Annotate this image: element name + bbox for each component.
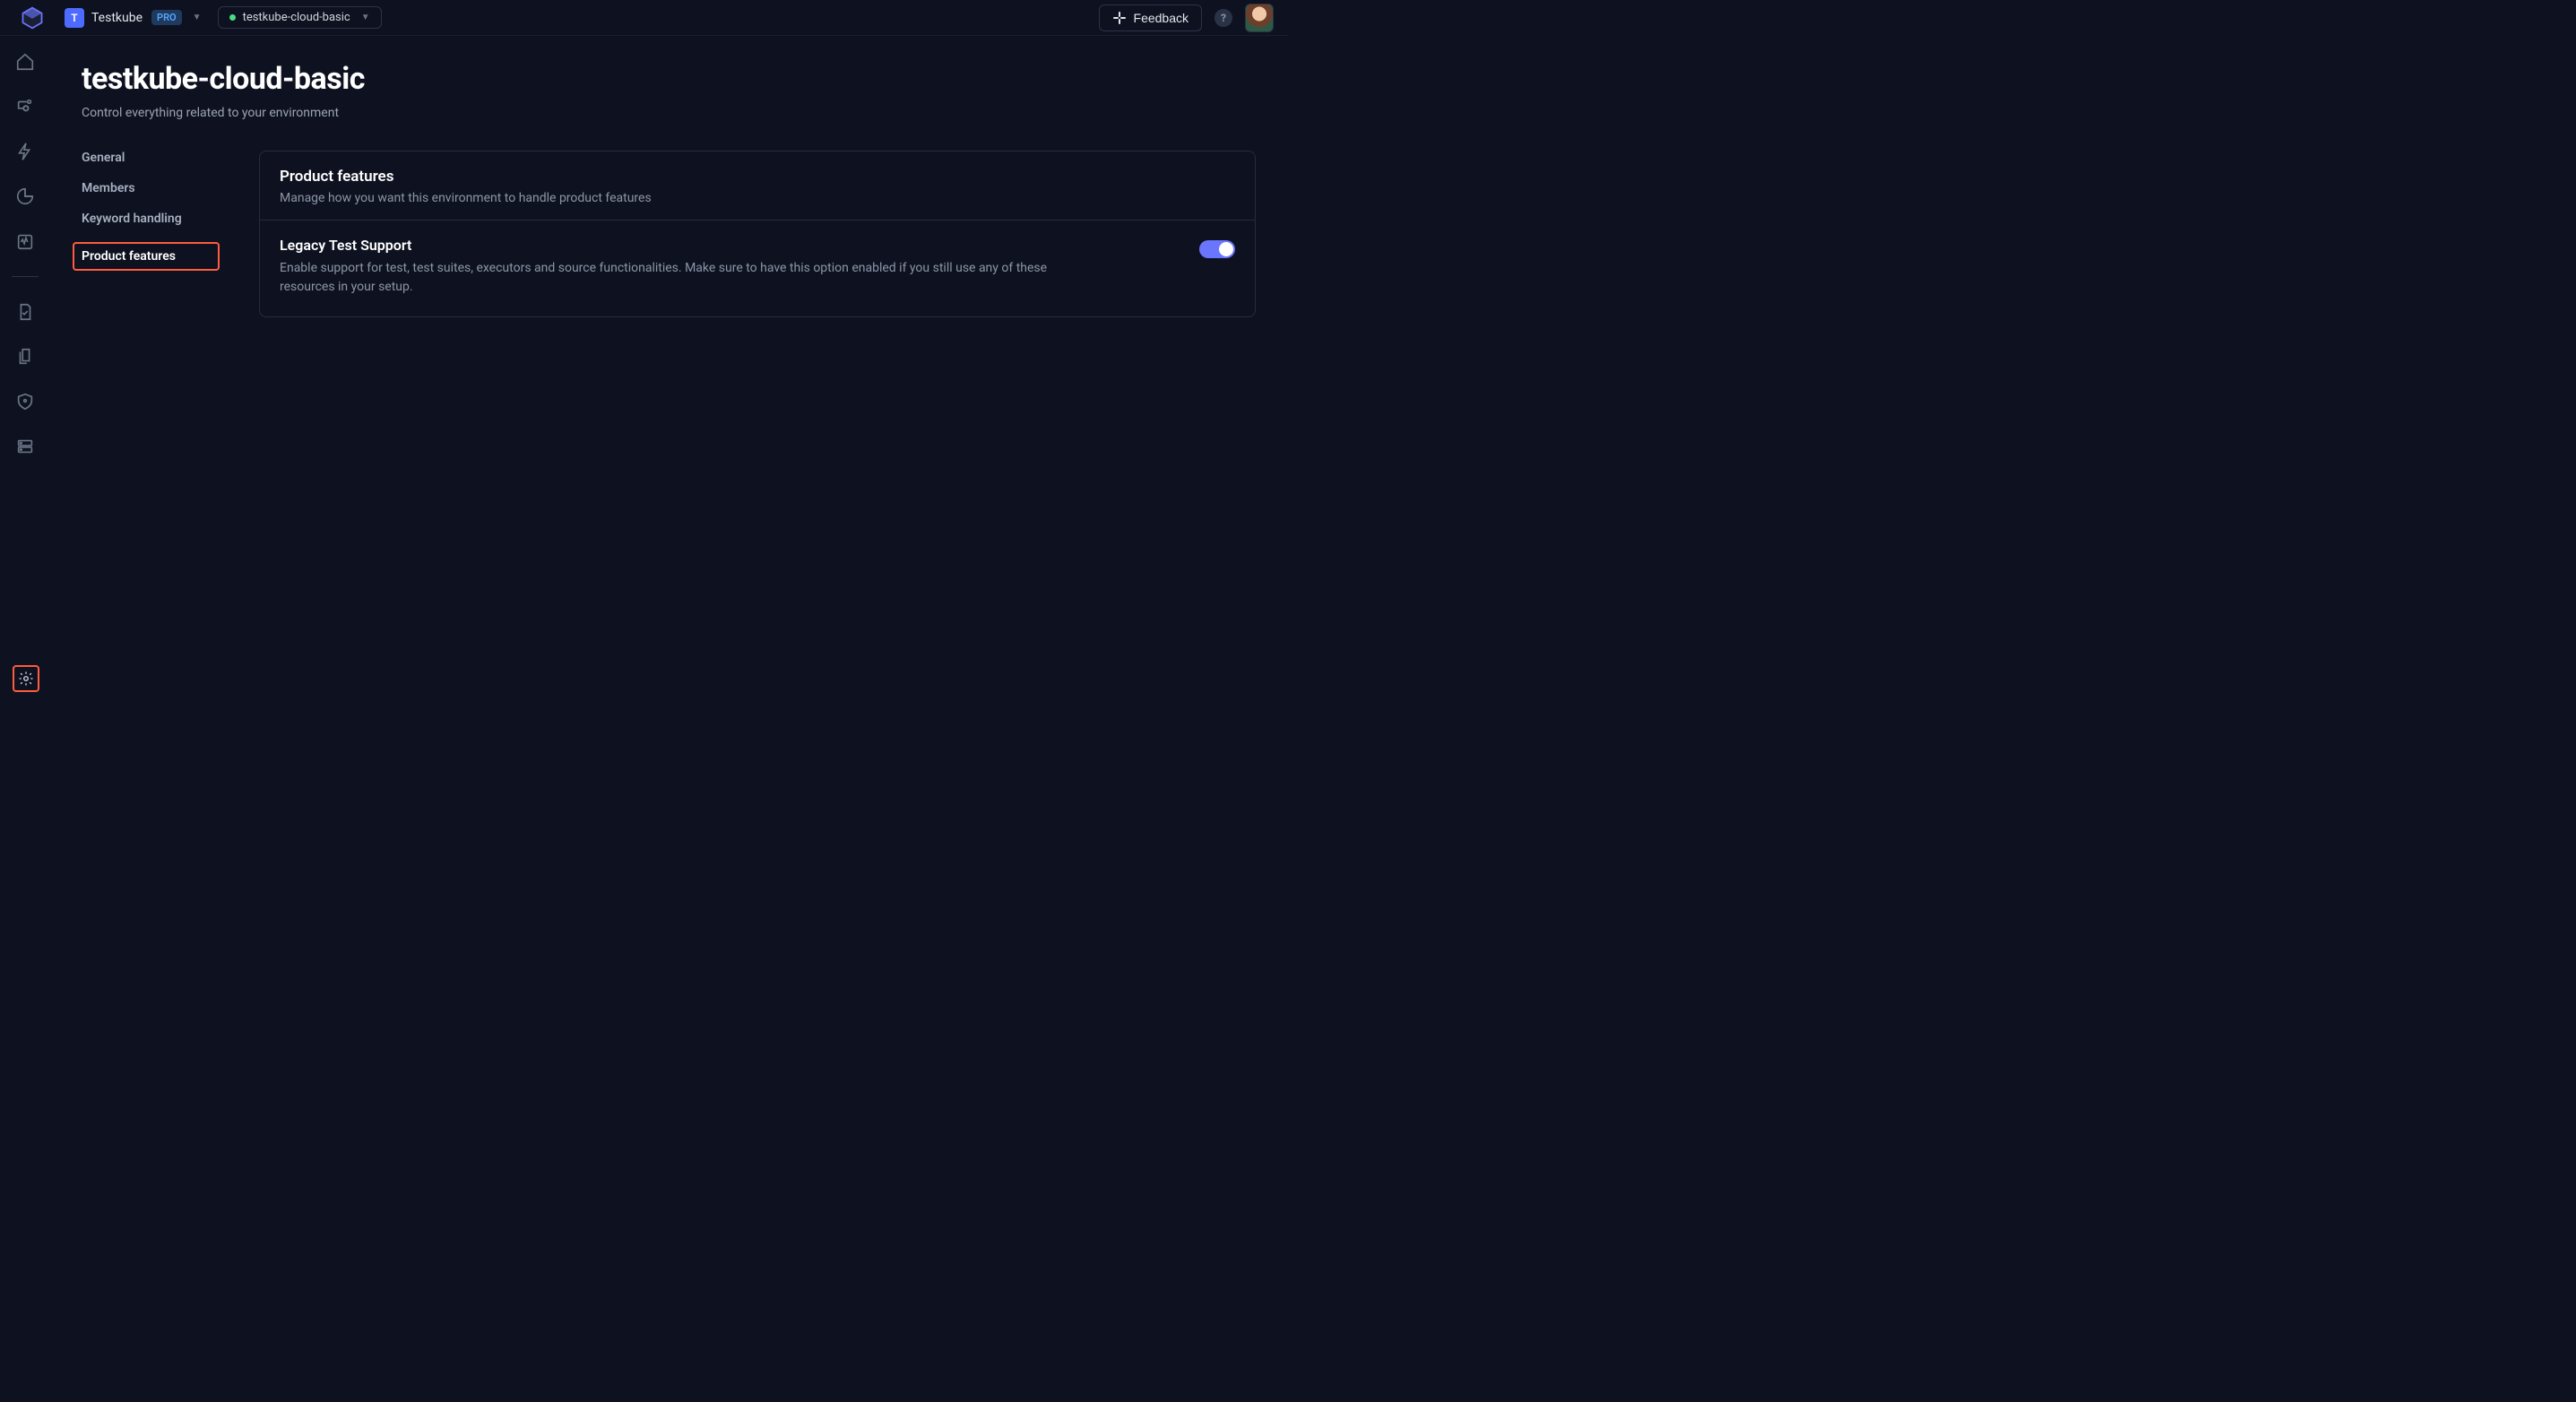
panel-description: Manage how you want this environment to … xyxy=(280,191,1235,205)
settings-nav-general[interactable]: General xyxy=(82,151,216,165)
feature-title: Legacy Test Support xyxy=(280,237,1050,254)
org-selector[interactable]: T Testkube PRO ▼ xyxy=(65,8,202,28)
files-icon[interactable] xyxy=(15,347,35,367)
page-title: testkube-cloud-basic xyxy=(82,61,1256,97)
chevron-down-icon: ▼ xyxy=(193,13,202,22)
plan-badge: PRO xyxy=(151,10,182,25)
org-avatar: T xyxy=(65,8,84,28)
file-check-icon[interactable] xyxy=(15,302,35,322)
panel-body: Legacy Test Support Enable support for t… xyxy=(260,221,1255,316)
sidebar-rail xyxy=(0,36,49,701)
workflow-icon[interactable] xyxy=(15,97,35,117)
environment-selector[interactable]: testkube-cloud-basic ▼ xyxy=(218,6,382,29)
bolt-icon[interactable] xyxy=(15,142,35,161)
logo-icon xyxy=(20,5,45,30)
server-icon[interactable] xyxy=(15,437,35,456)
page-subtitle: Control everything related to your envir… xyxy=(82,106,1256,120)
feedback-button[interactable]: Feedback xyxy=(1099,4,1202,31)
feedback-label: Feedback xyxy=(1134,11,1189,25)
user-avatar[interactable] xyxy=(1245,4,1274,32)
environment-name-label: testkube-cloud-basic xyxy=(243,11,350,24)
help-button[interactable]: ? xyxy=(1215,9,1232,27)
app-logo[interactable] xyxy=(14,0,50,36)
product-features-panel: Product features Manage how you want thi… xyxy=(259,151,1256,317)
settings-button[interactable] xyxy=(13,665,39,692)
settings-nav: General Members Keyword handling Product… xyxy=(82,151,216,317)
shield-icon[interactable] xyxy=(15,392,35,411)
chevron-down-icon: ▼ xyxy=(361,13,370,22)
main-content: testkube-cloud-basic Control everything … xyxy=(49,36,1288,701)
activity-icon[interactable] xyxy=(15,231,35,251)
chart-pie-icon[interactable] xyxy=(15,186,35,206)
slack-icon xyxy=(1112,11,1127,25)
home-icon[interactable] xyxy=(15,52,35,72)
panel-title: Product features xyxy=(280,168,1235,186)
feature-description: Enable support for test, test suites, ex… xyxy=(280,259,1050,297)
feature-text: Legacy Test Support Enable support for t… xyxy=(280,237,1050,297)
rail-divider xyxy=(12,276,39,277)
status-dot-icon xyxy=(229,14,236,21)
topbar: T Testkube PRO ▼ testkube-cloud-basic ▼ … xyxy=(0,0,1288,36)
settings-nav-keyword-handling[interactable]: Keyword handling xyxy=(82,212,216,226)
content-row: General Members Keyword handling Product… xyxy=(82,151,1256,317)
settings-nav-members[interactable]: Members xyxy=(82,181,216,195)
topbar-right: Feedback ? xyxy=(1099,4,1274,32)
legacy-test-support-toggle[interactable] xyxy=(1199,240,1235,258)
org-name-label: Testkube xyxy=(91,11,143,25)
gear-icon xyxy=(18,671,34,687)
settings-nav-product-features[interactable]: Product features xyxy=(73,242,220,271)
panel-header: Product features Manage how you want thi… xyxy=(260,151,1255,221)
